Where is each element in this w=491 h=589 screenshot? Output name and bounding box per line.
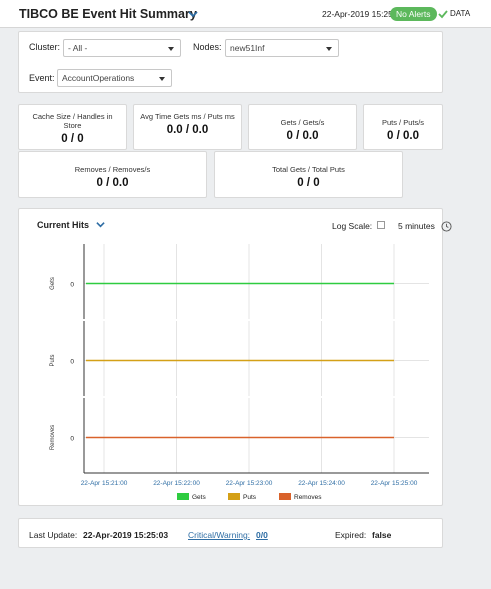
critical-warning-link[interactable]: Critical/Warning: [188,530,250,540]
kpi-label: Gets / Gets/s [280,118,325,127]
event-select-value: AccountOperations [62,73,135,83]
kpi-label: Cache Size / Handles in Store [32,112,113,130]
event-label: Event: [29,73,55,83]
chevron-down-icon[interactable] [188,9,198,19]
chevron-down-icon[interactable] [96,220,105,229]
cluster-select[interactable]: - All - [63,39,181,57]
y-axis-label: Puts [50,354,56,366]
expired-label: Expired: [335,530,367,540]
clock-icon[interactable] [441,221,452,232]
legend-swatch-puts [228,493,240,500]
kpi-puts[interactable]: Puts / Puts/s 0 / 0.0 [363,104,443,150]
critical-warning-value[interactable]: 0/0 [256,530,268,540]
chart-title: Current Hits [37,220,90,230]
kpi-label: Puts / Puts/s [381,118,425,127]
current-hits-panel: Current Hits Log Scale: 5 minutes 0 Gets 0… [18,208,452,506]
page-title: TIBCO BE Event Hit Summary [19,7,197,21]
nodes-label: Nodes: [193,42,222,52]
check-icon [438,10,448,19]
kpi-avg-time[interactable]: Avg Time Gets ms / Puts ms 0.0 / 0.0 [133,104,242,150]
last-update-value: 22-Apr-2019 15:25:03 [83,530,169,540]
kpi-value: 0 / 0.0 [96,177,129,189]
kpi-label: Removes / Removes/s [74,165,151,174]
x-tick-label: 22-Apr 15:22:00 [153,480,200,487]
chevron-down-icon [168,47,174,51]
legend-label: Puts [243,494,257,501]
y-tick-label: 0 [70,282,74,289]
kpi-total-gets-puts[interactable]: Total Gets / Total Puts 0 / 0 [214,151,403,198]
x-tick-label: 22-Apr 15:23:00 [226,480,273,487]
y-axis-label: Gets [50,277,56,290]
kpi-label: Total Gets / Total Puts [272,165,345,174]
kpi-gets[interactable]: Gets / Gets/s 0 / 0.0 [248,104,357,150]
kpi-value: 0 / 0.0 [286,130,319,142]
kpi-label: Avg Time Gets ms / Puts ms [140,112,235,121]
nodes-select-value: new51Inf [230,43,265,53]
nodes-select[interactable]: new51Inf [225,39,339,57]
kpi-removes[interactable]: Removes / Removes/s 0 / 0.0 [18,151,207,198]
legend-label: Gets [192,494,206,501]
chevron-down-icon [326,47,332,51]
x-tick-label: 22-Apr 15:25:00 [371,480,418,487]
kpi-value: 0 / 0 [297,177,320,189]
chevron-down-icon [159,77,165,81]
event-select[interactable]: AccountOperations [57,69,172,87]
log-scale-label: Log Scale: [332,221,373,231]
y-tick-label: 0 [70,359,74,366]
x-tick-label: 22-Apr 15:21:00 [81,480,128,487]
legend-label: Removes [294,494,322,501]
data-status-label: DATA [450,9,471,18]
cluster-label: Cluster: [29,42,61,52]
legend-swatch-gets [177,493,189,500]
y-axis-label: Removes [50,425,56,450]
kpi-value: 0 / 0 [61,133,84,145]
log-scale-checkbox[interactable] [377,221,385,229]
legend-swatch-removes [279,493,291,500]
x-tick-label: 22-Apr 15:24:00 [298,480,345,487]
y-tick-label: 0 [70,436,74,443]
status-footer: Last Update: 22-Apr-2019 15:25:03 Critic… [18,518,443,548]
title-bar: TIBCO BE Event Hit Summary 22-Apr-2019 1… [0,0,491,28]
kpi-value: 0.0 / 0.0 [166,124,209,136]
cluster-select-value: - All - [68,43,88,53]
kpi-cache-size[interactable]: Cache Size / Handles in Store 0 / 0 [18,104,127,150]
last-update-label: Last Update: [29,530,78,540]
current-hits-chart: 0 Gets 0 Puts 0 Removes 22-Apr 15:21:00 22-Apr … [50,244,429,501]
filter-panel: Cluster: - All - Nodes: new51Inf Event: … [18,31,443,93]
time-range-label[interactable]: 5 minutes [398,221,435,231]
timestamp: 22-Apr-2019 15:25 [322,9,393,19]
kpi-value: 0 / 0.0 [387,130,419,142]
alert-status-badge[interactable]: No Alerts [390,7,437,21]
expired-value: false [372,530,392,540]
